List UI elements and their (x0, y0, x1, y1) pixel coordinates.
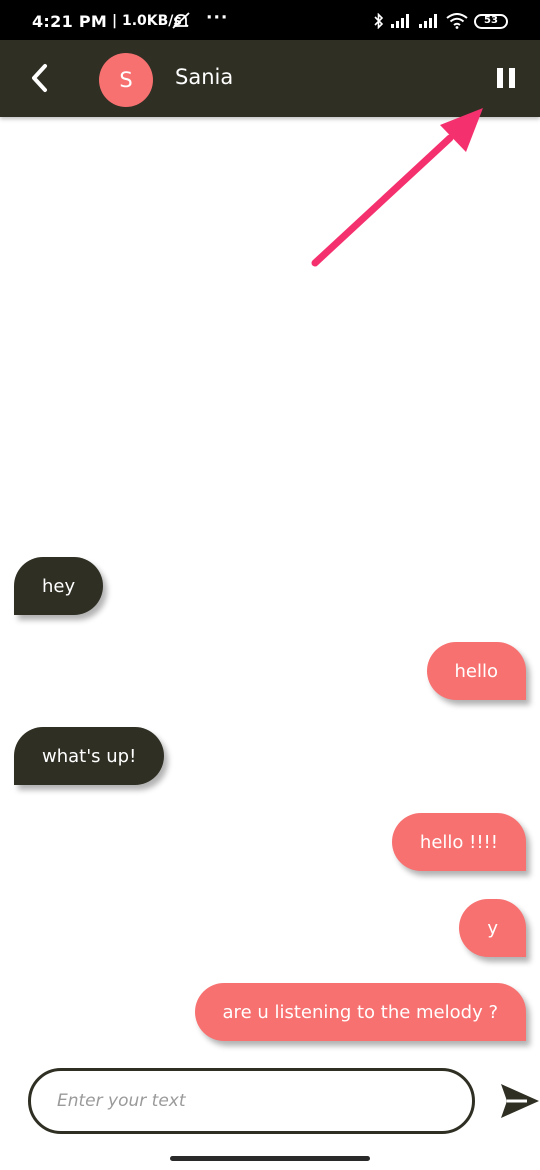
send-icon[interactable] (497, 1080, 540, 1122)
pause-button[interactable] (492, 64, 520, 92)
avatar-initial: S (119, 68, 133, 92)
bluetooth-icon (374, 13, 384, 29)
status-icons: 53 (374, 12, 508, 30)
message-input[interactable] (28, 1068, 475, 1134)
muted-bell-icon (172, 12, 190, 29)
message-text: hello (454, 660, 499, 682)
chat-header: S Sania (0, 40, 540, 117)
message-text: hello !!!! (419, 831, 498, 853)
message-sent[interactable]: are u listening to the melody ? (194, 983, 526, 1041)
message-text: what's up! (42, 745, 137, 767)
chat-screen: 4:21 PM | 1.0KB/s ··· 53 S Sania hey hel… (0, 0, 540, 1170)
gesture-nav-handle[interactable] (170, 1156, 370, 1161)
arrow-annotation-icon (311, 108, 483, 267)
pause-icon (497, 68, 503, 88)
message-sent[interactable]: hello !!!! (391, 813, 526, 871)
battery-icon: 53 (474, 13, 508, 29)
signal-icon-2 (419, 14, 437, 28)
message-received[interactable]: what's up! (14, 727, 165, 785)
chevron-left-icon (32, 64, 47, 92)
contact-name[interactable]: Sania (175, 65, 233, 89)
message-text: y (487, 917, 498, 939)
back-button[interactable] (22, 60, 58, 96)
message-text: are u listening to the melody ? (222, 1001, 498, 1023)
message-received[interactable]: hey (14, 557, 104, 615)
message-sent[interactable]: y (459, 899, 526, 957)
signal-icon-1 (391, 14, 409, 28)
status-bar: 4:21 PM | 1.0KB/s ··· 53 (0, 0, 540, 40)
more-notifications-icon: ··· (206, 8, 229, 28)
wifi-icon (446, 13, 468, 29)
contact-avatar[interactable]: S (99, 53, 153, 107)
battery-level: 53 (484, 15, 498, 26)
message-text: hey (42, 575, 76, 597)
message-sent[interactable]: hello (426, 642, 526, 700)
status-time: 4:21 PM (32, 12, 108, 31)
